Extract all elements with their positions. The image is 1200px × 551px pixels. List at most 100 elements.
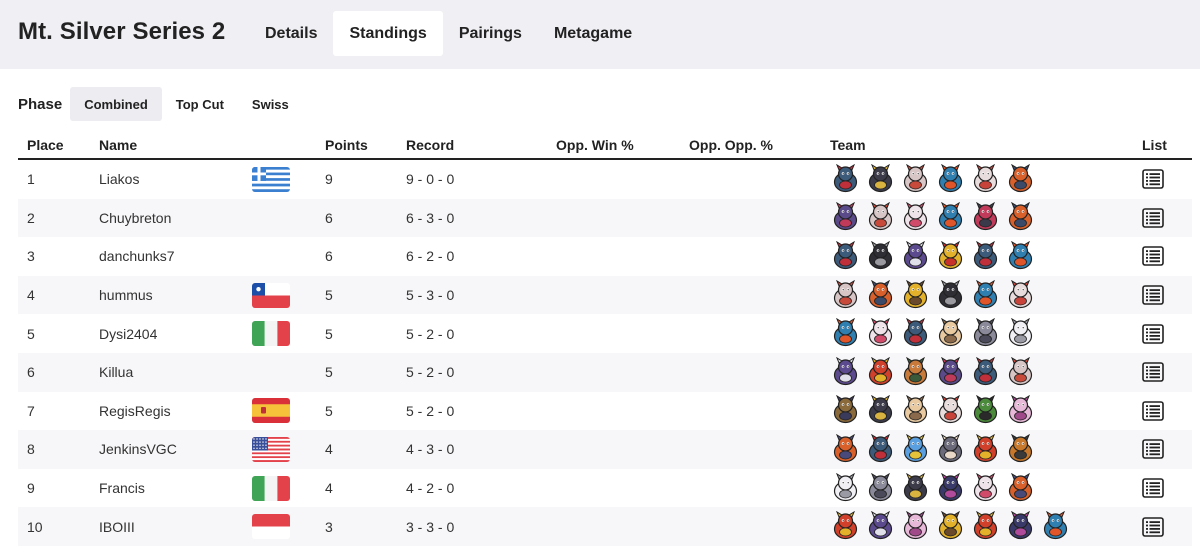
header-opp-opp[interactable]: Opp. Opp. % [689, 137, 773, 153]
tan-beast-icon [938, 318, 963, 347]
record-cell: 4 - 3 - 0 [406, 441, 455, 458]
white-fairy-icon [903, 202, 928, 231]
team-cell [830, 430, 1036, 469]
player-name[interactable]: IBOIII [99, 507, 135, 546]
record-cell: 3 - 3 - 0 [406, 518, 455, 535]
header-record[interactable]: Record [406, 137, 454, 153]
table-row: 7 RegisRegis 5 5 - 2 - 0 [18, 392, 1192, 431]
italy-flag [252, 321, 290, 347]
list-icon[interactable] [1142, 401, 1164, 421]
white-fairy-icon [868, 318, 893, 347]
tab-standings[interactable]: Standings [333, 11, 443, 56]
list-icon[interactable] [1142, 285, 1164, 305]
dark-bird-icon [833, 240, 858, 270]
list-icon[interactable] [1142, 362, 1164, 383]
list-icon[interactable] [1142, 169, 1164, 190]
points-cell: 6 [325, 209, 333, 226]
pink-fairy-icon [1008, 395, 1033, 424]
player-name[interactable]: danchunks7 [99, 237, 175, 276]
place-cell: 1 [27, 171, 35, 188]
dark-beast-icon [903, 472, 928, 501]
player-name[interactable]: Killua [99, 353, 133, 392]
list-icon[interactable] [1142, 478, 1164, 498]
tab-metagame[interactable]: Metagame [538, 11, 648, 56]
main-tabs: Details Standings Pairings Metagame [249, 11, 648, 56]
white-beast-icon [938, 395, 963, 424]
player-name[interactable]: Francis [99, 469, 145, 508]
player-name[interactable]: JenkinsVGC [99, 430, 177, 469]
decklist-button[interactable] [1142, 199, 1164, 238]
decklist-button[interactable] [1142, 160, 1164, 199]
decklist-button[interactable] [1142, 430, 1164, 469]
header-name[interactable]: Name [99, 137, 137, 153]
team-cell [830, 507, 1071, 546]
decklist-button[interactable] [1142, 353, 1164, 392]
record-cell: 5 - 2 - 0 [406, 402, 455, 419]
player-name[interactable]: Liakos [99, 160, 139, 199]
list-icon[interactable] [1142, 516, 1164, 537]
tournament-title: Mt. Silver Series 2 [18, 18, 226, 45]
dark-beast-icon [868, 163, 893, 192]
header-opp-win[interactable]: Opp. Win % [556, 137, 634, 153]
table-row: 6 Killua 5 5 - 2 - 0 [18, 352, 1192, 392]
brown-beast-icon [833, 395, 858, 424]
phase-swiss-button[interactable]: Swiss [238, 87, 303, 121]
phase-label: Phase [18, 95, 63, 113]
decklist-button[interactable] [1142, 469, 1164, 508]
fire-fox-icon [1008, 202, 1033, 231]
mushroom-icon [833, 279, 858, 308]
water-dragon-icon [973, 279, 998, 308]
list-icon[interactable] [1142, 323, 1164, 344]
white-fairy-icon [973, 472, 998, 501]
list-icon[interactable] [1142, 208, 1164, 228]
yellow-imp-icon [938, 511, 963, 540]
header-points[interactable]: Points [325, 137, 368, 153]
standings-table: Place Name Points Record Opp. Win % Opp.… [18, 132, 1192, 546]
phase-top-cut-button[interactable]: Top Cut [162, 87, 238, 121]
dark-bird-icon [868, 433, 893, 463]
header-list: List [1142, 137, 1167, 153]
decklist-button[interactable] [1142, 392, 1164, 431]
team-cell [830, 353, 1036, 392]
cloud-icon [833, 472, 858, 501]
cloud-icon [1008, 318, 1033, 347]
mushroom-icon [868, 202, 893, 231]
points-cell: 6 [325, 248, 333, 265]
dark-bug-icon [938, 472, 963, 501]
decklist-button[interactable] [1142, 237, 1164, 276]
decklist-button[interactable] [1142, 507, 1164, 546]
tab-pairings[interactable]: Pairings [443, 11, 538, 56]
orange-bird-icon [833, 433, 858, 463]
indonesia-flag [252, 514, 290, 540]
decklist-button[interactable] [1142, 276, 1164, 315]
spain-flag [252, 398, 290, 424]
player-name[interactable]: hummus [99, 276, 153, 315]
flag-cell [252, 314, 290, 353]
dark-boar-icon [938, 279, 963, 308]
table-body: 1 Liakos 9 9 - 0 - 0 2 Chuybreton 6 6 - 3 - 0 3 d… [18, 160, 1192, 546]
player-name[interactable]: Chuybreton [99, 199, 171, 238]
decklist-button[interactable] [1142, 314, 1164, 353]
phase-combined-button[interactable]: Combined [70, 87, 162, 121]
record-cell: 9 - 0 - 0 [406, 171, 455, 188]
player-name[interactable]: RegisRegis [99, 392, 171, 431]
chile-flag [252, 282, 290, 308]
dark-bird-icon [903, 318, 928, 347]
tab-details[interactable]: Details [249, 11, 333, 56]
ghost-icon [903, 240, 928, 270]
place-cell: 6 [27, 364, 35, 381]
table-row: 3 danchunks7 6 6 - 2 - 0 [18, 237, 1192, 276]
flag-cell [252, 430, 290, 469]
player-name[interactable]: Dysi2404 [99, 314, 157, 353]
points-cell: 5 [325, 325, 333, 342]
spiky-ghost-icon [868, 472, 893, 501]
table-row: 2 Chuybreton 6 6 - 3 - 0 [18, 198, 1192, 238]
list-icon[interactable] [1142, 439, 1164, 460]
list-icon[interactable] [1142, 246, 1164, 267]
water-dragon-icon [833, 318, 858, 347]
tan-beast-icon [903, 395, 928, 424]
fire-fox-icon [868, 279, 893, 308]
team-cell [830, 276, 1036, 315]
mushroom-icon [903, 163, 928, 192]
header-place[interactable]: Place [27, 137, 64, 153]
